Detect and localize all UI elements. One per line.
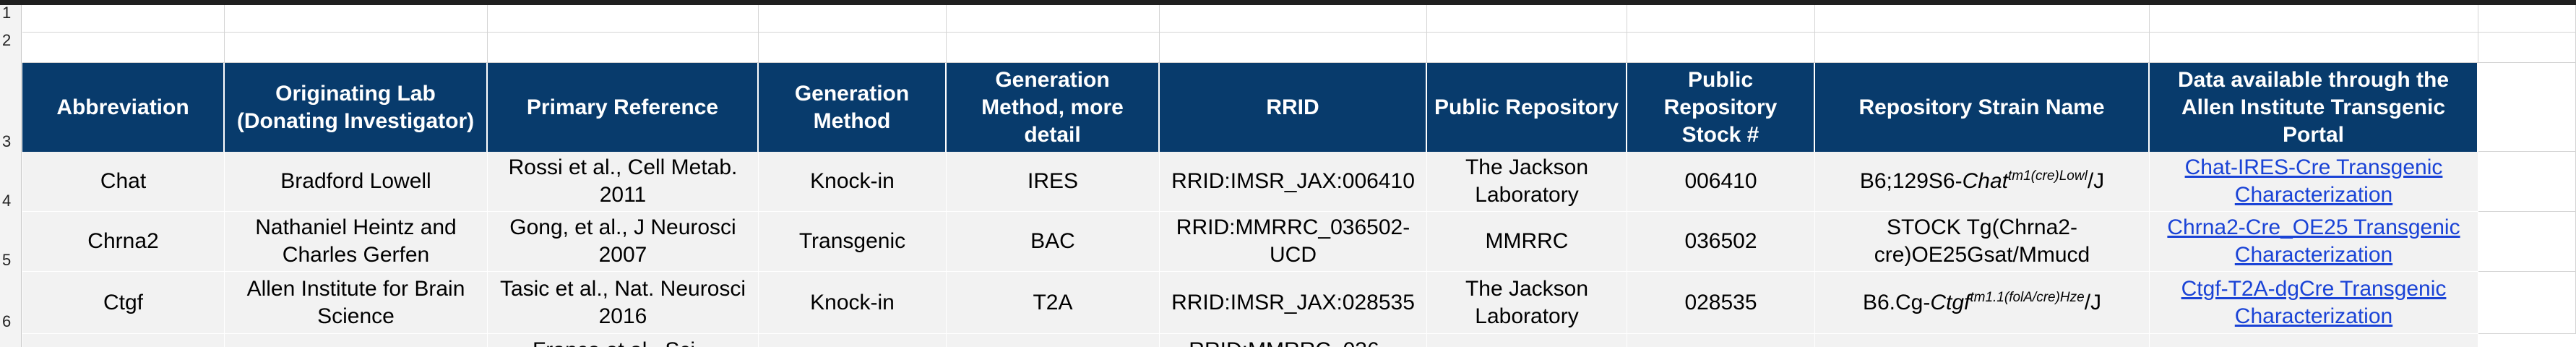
- strain-allele: tm1(cre)Lowl: [2008, 168, 2088, 184]
- cell-partial[interactable]: [947, 334, 1160, 347]
- cell-strain-name[interactable]: STOCK Tg(Chrna2-cre)OE25Gsat/Mmucd: [1815, 212, 2150, 272]
- header-generation-method-detail[interactable]: Generation Method, more detail: [947, 63, 1160, 152]
- row-number-2[interactable]: 2: [0, 31, 22, 50]
- empty-cell[interactable]: [22, 33, 225, 63]
- strain-gene: Ctgf: [1930, 290, 1970, 314]
- row-number-gutter: 1 2 3 4 5 6: [0, 4, 22, 347]
- row-number-6[interactable]: 6: [0, 312, 22, 331]
- empty-cell[interactable]: [1815, 33, 2150, 63]
- cell-reference[interactable]: Rossi et al., Cell Metab. 2011: [488, 152, 759, 212]
- strain-suffix: /J: [2084, 290, 2102, 314]
- header-public-repository[interactable]: Public Repository: [1427, 63, 1627, 152]
- cell-partial[interactable]: [225, 334, 488, 347]
- column-header-strip: [0, 0, 2576, 5]
- empty-cell[interactable]: [947, 5, 1160, 33]
- empty-cell[interactable]: [1160, 5, 1427, 33]
- cell-repository[interactable]: The Jackson Laboratory: [1427, 152, 1627, 212]
- cell-method[interactable]: Knock-in: [759, 152, 947, 212]
- strain-gene: Chat: [1962, 169, 2008, 193]
- cell-method-detail[interactable]: T2A: [947, 272, 1160, 334]
- partial-reference-text: Franco et al., Sci...: [533, 337, 713, 347]
- cell-strain-name[interactable]: B6;129S6-Chattm1(cre)Lowl/J: [1815, 152, 2150, 212]
- cell-method[interactable]: Transgenic: [759, 212, 947, 272]
- cell-rrid[interactable]: RRID:IMSR_JAX:006410: [1160, 152, 1427, 212]
- header-rrid[interactable]: RRID: [1160, 63, 1427, 152]
- cell-portal-link: Chat-IRES-Cre Transgenic Characterizatio…: [2150, 152, 2478, 212]
- empty-cell[interactable]: [759, 33, 947, 63]
- empty-cell[interactable]: [2150, 5, 2478, 33]
- cell-partial-reference[interactable]: Franco et al., Sci...: [488, 334, 759, 347]
- cell-partial[interactable]: [1815, 334, 2150, 347]
- cell-stock[interactable]: 028535: [1627, 272, 1815, 334]
- cell-partial[interactable]: [2150, 334, 2478, 347]
- empty-cell[interactable]: [488, 5, 759, 33]
- cell-partial[interactable]: [1427, 334, 1627, 347]
- empty-cell[interactable]: [1627, 33, 1815, 63]
- cell-abbreviation[interactable]: Chat: [22, 152, 225, 212]
- cell-rrid[interactable]: RRID:MMRRC_036502-UCD: [1160, 212, 1427, 272]
- row-number-3[interactable]: 3: [0, 132, 22, 151]
- row-number-4[interactable]: 4: [0, 192, 22, 210]
- empty-cell[interactable]: [1160, 33, 1427, 63]
- cell-method-detail[interactable]: IRES: [947, 152, 1160, 212]
- empty-cell[interactable]: [1427, 5, 1627, 33]
- row-number-1[interactable]: 1: [0, 4, 22, 22]
- cell-abbreviation[interactable]: Chrna2: [22, 212, 225, 272]
- cell-stock[interactable]: 006410: [1627, 152, 1815, 212]
- empty-cell[interactable]: [1427, 33, 1627, 63]
- empty-cell[interactable]: [1815, 5, 2150, 33]
- empty-cell[interactable]: [1627, 5, 1815, 33]
- empty-cell[interactable]: [2478, 33, 2576, 63]
- portal-link-chrna2[interactable]: Chrna2-Cre_OE25 Transgenic Characterizat…: [2154, 214, 2473, 269]
- row-number-5[interactable]: 5: [0, 251, 22, 270]
- cell-lab[interactable]: Nathaniel Heintz and Charles Gerfen: [225, 212, 488, 272]
- empty-cell[interactable]: [2478, 212, 2576, 272]
- strain-prefix: B6.Cg-: [1862, 290, 1931, 314]
- header-portal-data[interactable]: Data available through the Allen Institu…: [2150, 63, 2478, 152]
- spreadsheet[interactable]: 1 2 3 4 5 6 Abbreviation Originating Lab…: [0, 0, 2576, 347]
- empty-cell[interactable]: [2478, 152, 2576, 212]
- cell-method[interactable]: Knock-in: [759, 272, 947, 334]
- cell-lab[interactable]: Allen Institute for Brain Science: [225, 272, 488, 334]
- empty-cell[interactable]: [947, 33, 1160, 63]
- cell-strain-name[interactable]: B6.Cg-Ctgftm1.1(folA/cre)Hze/J: [1815, 272, 2150, 334]
- header-strain-name[interactable]: Repository Strain Name: [1815, 63, 2150, 152]
- cell-reference[interactable]: Tasic et al., Nat. Neurosci 2016: [488, 272, 759, 334]
- strain-prefix: B6;129S6-: [1859, 169, 1963, 193]
- empty-cell[interactable]: [2478, 5, 2576, 33]
- cell-partial[interactable]: [1627, 334, 1815, 347]
- header-primary-reference[interactable]: Primary Reference: [488, 63, 759, 152]
- strain-allele: tm1.1(folA/cre)Hze: [1970, 289, 2085, 305]
- cell-repository[interactable]: MMRRC: [1427, 212, 1627, 272]
- header-stock-number[interactable]: Public Repository Stock #: [1627, 63, 1815, 152]
- empty-cell[interactable]: [225, 5, 488, 33]
- empty-cell[interactable]: [2150, 33, 2478, 63]
- empty-cell[interactable]: [225, 33, 488, 63]
- header-generation-method[interactable]: Generation Method: [759, 63, 947, 152]
- empty-cell[interactable]: [759, 5, 947, 33]
- header-abbreviation[interactable]: Abbreviation: [22, 63, 225, 152]
- strain-suffix: /J: [2087, 169, 2105, 193]
- cell-stock[interactable]: 036502: [1627, 212, 1815, 272]
- cell-partial-rrid[interactable]: RRID:MMRRC_036...: [1160, 334, 1427, 347]
- cell-partial[interactable]: [22, 334, 225, 347]
- cell-method-detail[interactable]: BAC: [947, 212, 1160, 272]
- cell-portal-link: Chrna2-Cre_OE25 Transgenic Characterizat…: [2150, 212, 2478, 272]
- cell-partial[interactable]: [759, 334, 947, 347]
- empty-cell[interactable]: [22, 5, 225, 33]
- cell-lab[interactable]: Bradford Lowell: [225, 152, 488, 212]
- cell-reference[interactable]: Gong, et al., J Neurosci 2007: [488, 212, 759, 272]
- empty-cell[interactable]: [2478, 63, 2576, 152]
- partial-rrid-text: RRID:MMRRC_036...: [1189, 337, 1397, 347]
- cell-rrid[interactable]: RRID:IMSR_JAX:028535: [1160, 272, 1427, 334]
- cell-abbreviation[interactable]: Ctgf: [22, 272, 225, 334]
- empty-cell[interactable]: [2478, 272, 2576, 334]
- cell-repository[interactable]: The Jackson Laboratory: [1427, 272, 1627, 334]
- header-originating-lab[interactable]: Originating Lab (Donating Investigator): [225, 63, 488, 152]
- portal-link-chat[interactable]: Chat-IRES-Cre Transgenic Characterizatio…: [2154, 154, 2473, 209]
- portal-link-ctgf[interactable]: Ctgf-T2A-dgCre Transgenic Characterizati…: [2154, 275, 2473, 330]
- empty-cell[interactable]: [488, 33, 759, 63]
- cell-portal-link: Ctgf-T2A-dgCre Transgenic Characterizati…: [2150, 272, 2478, 334]
